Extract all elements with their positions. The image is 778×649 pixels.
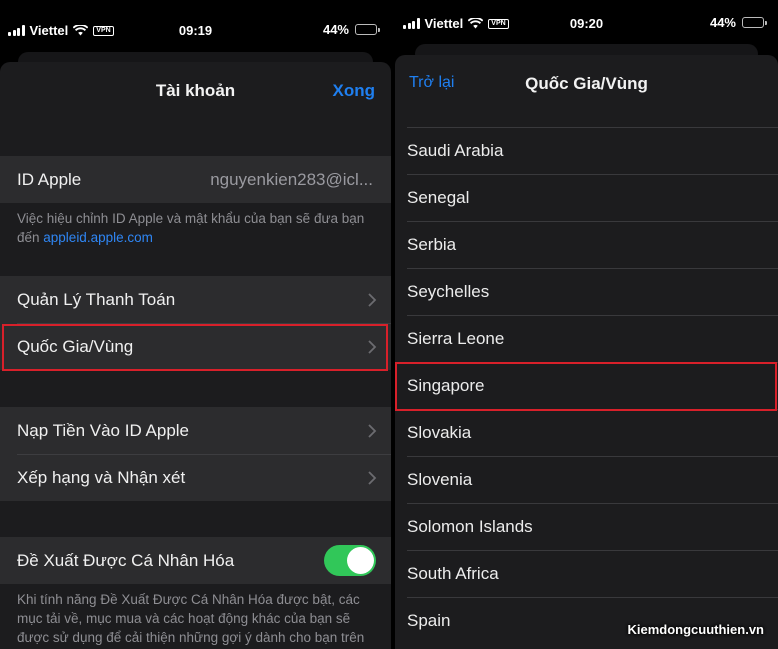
apple-id-label: ID Apple bbox=[17, 169, 82, 189]
country-item[interactable]: Serbia bbox=[395, 221, 778, 268]
country-item[interactable]: Solomon Islands bbox=[395, 503, 778, 550]
country-item-singapore[interactable]: Singapore bbox=[395, 362, 778, 409]
payment-region-group: Quản Lý Thanh Toán Quốc Gia/Vùng bbox=[0, 276, 391, 370]
country-screen: Viettel VPN 09:20 44% Trở lại Quốc Gia/V… bbox=[395, 0, 778, 649]
country-item[interactable]: Slovenia bbox=[395, 456, 778, 503]
add-funds-row[interactable]: Nạp Tiền Vào ID Apple bbox=[0, 407, 391, 454]
battery-icon bbox=[355, 24, 380, 35]
navigation-bar: Trở lại Quốc Gia/Vùng bbox=[395, 55, 778, 115]
status-bar: Viettel VPN 09:20 44% bbox=[395, 0, 778, 46]
funds-ratings-group: Nạp Tiền Vào ID Apple Xếp hạng và Nhận x… bbox=[0, 407, 391, 501]
personalized-row: Đề Xuất Được Cá Nhân Hóa bbox=[0, 537, 391, 584]
country-sheet: Trở lại Quốc Gia/Vùng Saudi Arabia Seneg… bbox=[395, 55, 778, 649]
country-list: Saudi Arabia Senegal Serbia Seychelles S… bbox=[395, 127, 778, 644]
chevron-right-icon bbox=[368, 293, 377, 307]
country-item[interactable]: Senegal bbox=[395, 174, 778, 221]
personalized-toggle[interactable] bbox=[324, 545, 376, 576]
country-item[interactable]: Seychelles bbox=[395, 268, 778, 315]
battery-icon bbox=[742, 17, 767, 28]
battery-status: 44% bbox=[709, 15, 767, 30]
personalized-label: Đề Xuất Được Cá Nhân Hóa bbox=[17, 550, 235, 570]
battery-percent: 44% bbox=[322, 22, 349, 37]
navigation-bar: Tài khoản Xong bbox=[0, 62, 391, 122]
chevron-right-icon bbox=[368, 424, 377, 438]
appleid-link[interactable]: appleid.apple.com bbox=[43, 230, 153, 245]
country-item[interactable]: South Africa bbox=[395, 550, 778, 597]
apple-id-footer: Việc hiệu chỉnh ID Apple và mật khẩu của… bbox=[17, 209, 377, 247]
chevron-right-icon bbox=[368, 340, 377, 354]
apple-id-row[interactable]: ID Apple nguyenkien283@icl... bbox=[0, 156, 391, 203]
personalized-group: Đề Xuất Được Cá Nhân Hóa bbox=[0, 537, 391, 584]
account-screen: Viettel VPN 09:19 44% Tài khoản Xong ID … bbox=[0, 0, 391, 649]
toggle-knob bbox=[347, 547, 374, 574]
country-item[interactable]: Slovakia bbox=[395, 409, 778, 456]
apple-id-value: nguyenkien283@icl... bbox=[210, 169, 373, 189]
country-region-label: Quốc Gia/Vùng bbox=[17, 336, 134, 356]
personalized-footer: Khi tính năng Đề Xuất Được Cá Nhân Hóa đ… bbox=[17, 592, 365, 645]
page-title: Quốc Gia/Vùng bbox=[525, 74, 648, 93]
battery-percent: 44% bbox=[709, 15, 736, 30]
add-funds-label: Nạp Tiền Vào ID Apple bbox=[17, 420, 190, 440]
watermark: Kiemdongcuuthien.vn bbox=[627, 622, 765, 637]
chevron-right-icon bbox=[368, 471, 377, 485]
status-bar: Viettel VPN 09:19 44% bbox=[0, 0, 391, 46]
account-sheet: Tài khoản Xong ID Apple nguyenkien283@ic… bbox=[0, 62, 391, 649]
apple-id-group: ID Apple nguyenkien283@icl... bbox=[0, 156, 391, 203]
ratings-reviews-label: Xếp hạng và Nhận xét bbox=[17, 467, 186, 487]
done-button[interactable]: Xong bbox=[333, 81, 376, 101]
battery-status: 44% bbox=[322, 22, 380, 37]
manage-payment-label: Quản Lý Thanh Toán bbox=[17, 289, 176, 309]
manage-payment-row[interactable]: Quản Lý Thanh Toán bbox=[0, 276, 391, 323]
ratings-reviews-row[interactable]: Xếp hạng và Nhận xét bbox=[0, 454, 391, 501]
country-item[interactable]: Saudi Arabia bbox=[395, 127, 778, 174]
country-item[interactable]: Sierra Leone bbox=[395, 315, 778, 362]
country-region-row[interactable]: Quốc Gia/Vùng bbox=[0, 323, 391, 370]
